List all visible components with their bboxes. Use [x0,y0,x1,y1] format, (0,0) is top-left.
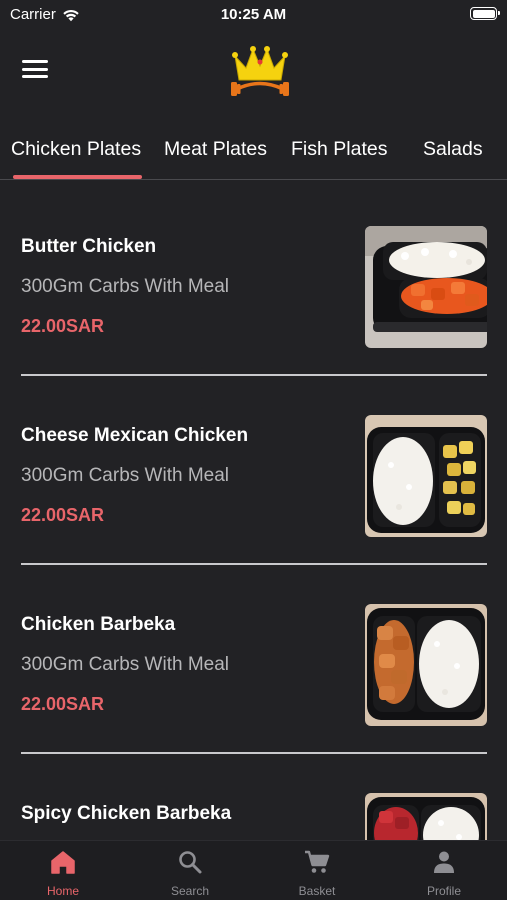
tab-fish-plates[interactable]: Fish Plates [291,138,387,161]
tab-profile-label: Profile [426,884,461,898]
tab-home-label: Home [46,884,79,898]
item-description: 300Gm Carbs With Meal [21,276,230,297]
item-name: Chicken Barbeka [21,614,176,635]
cart-icon [305,850,330,873]
item-photo[interactable] [365,604,487,726]
tab-meat-plates[interactable]: Meat Plates [164,138,267,161]
item-description: 300Gm Carbs With Meal [21,654,230,675]
tab-basket[interactable]: Basket [254,841,380,900]
item-name: Spicy Chicken Barbeka [21,803,232,824]
menu-item[interactable]: Chicken Barbeka 300Gm Carbs With Meal 22… [0,558,507,754]
item-price: 22.00SAR [21,316,105,336]
battery-icon [470,7,500,20]
home-icon [51,851,75,874]
menu-item[interactable]: Spicy Chicken Barbeka [0,747,507,840]
item-description: 300Gm Carbs With Meal [21,465,230,486]
search-icon [179,851,202,874]
item-price: 22.00SAR [21,505,105,525]
status-bar: Carrier 10:25 AM [0,0,507,30]
menu-item[interactable]: Butter Chicken 300Gm Carbs With Meal 22.… [0,180,507,376]
tab-basket-label: Basket [298,884,336,898]
tab-home[interactable]: Home [0,841,126,900]
item-photo[interactable] [365,415,487,537]
navigation-bar [0,30,507,115]
crown-barbell-logo [231,46,289,96]
category-tabs: Chicken Plates Meat Plates Fish Plates S… [0,130,507,180]
item-name: Butter Chicken [21,236,157,257]
bottom-tab-bar: Home Search Basket Profile [0,840,507,900]
tab-search-label: Search [170,884,210,898]
item-photo[interactable] [365,793,487,840]
tab-chicken-plates[interactable]: Chicken Plates [11,138,141,161]
menu-item-list[interactable]: Butter Chicken 300Gm Carbs With Meal 22.… [0,180,507,840]
tab-salads[interactable]: Salads [423,138,483,161]
person-icon [434,851,454,873]
item-photo[interactable] [365,226,487,348]
hamburger-menu-icon[interactable] [22,60,48,80]
selected-tab-indicator [13,175,142,179]
menu-item[interactable]: Cheese Mexican Chicken 300Gm Carbs With … [0,369,507,565]
status-time: 10:25 AM [220,6,287,23]
item-price: 22.00SAR [21,694,105,714]
tab-profile[interactable]: Profile [381,841,507,900]
item-name: Cheese Mexican Chicken [21,425,249,446]
tab-search[interactable]: Search [127,841,253,900]
